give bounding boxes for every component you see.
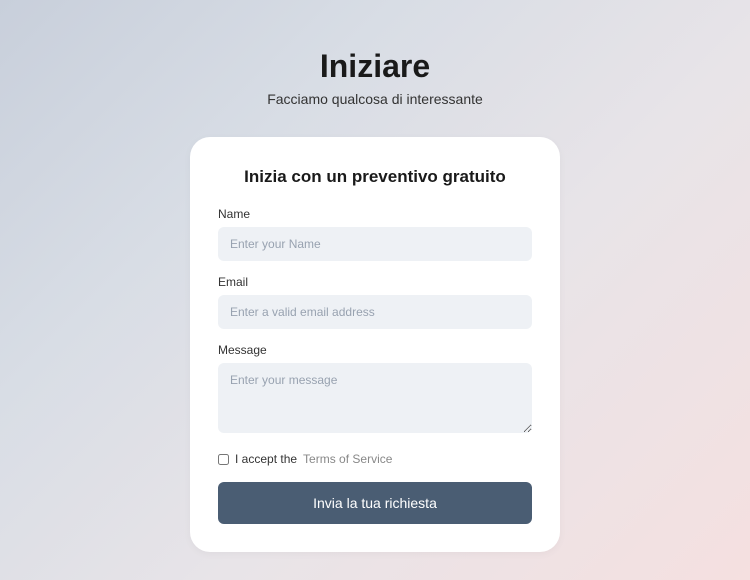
terms-prefix: I accept the [235,452,297,466]
card-title: Inizia con un preventivo gratuito [218,167,532,187]
terms-checkbox[interactable] [218,454,229,465]
page-title: Iniziare [320,48,430,85]
terms-link[interactable]: Terms of Service [303,452,392,466]
page-subtitle: Facciamo qualcosa di interessante [267,91,483,107]
email-label: Email [218,275,532,289]
name-input[interactable] [218,227,532,261]
form-card: Inizia con un preventivo gratuito Name E… [190,137,560,552]
submit-button[interactable]: Invia la tua richiesta [218,482,532,524]
terms-row: I accept the Terms of Service [218,452,532,466]
message-input[interactable] [218,363,532,433]
name-label: Name [218,207,532,221]
message-label: Message [218,343,532,357]
email-input[interactable] [218,295,532,329]
